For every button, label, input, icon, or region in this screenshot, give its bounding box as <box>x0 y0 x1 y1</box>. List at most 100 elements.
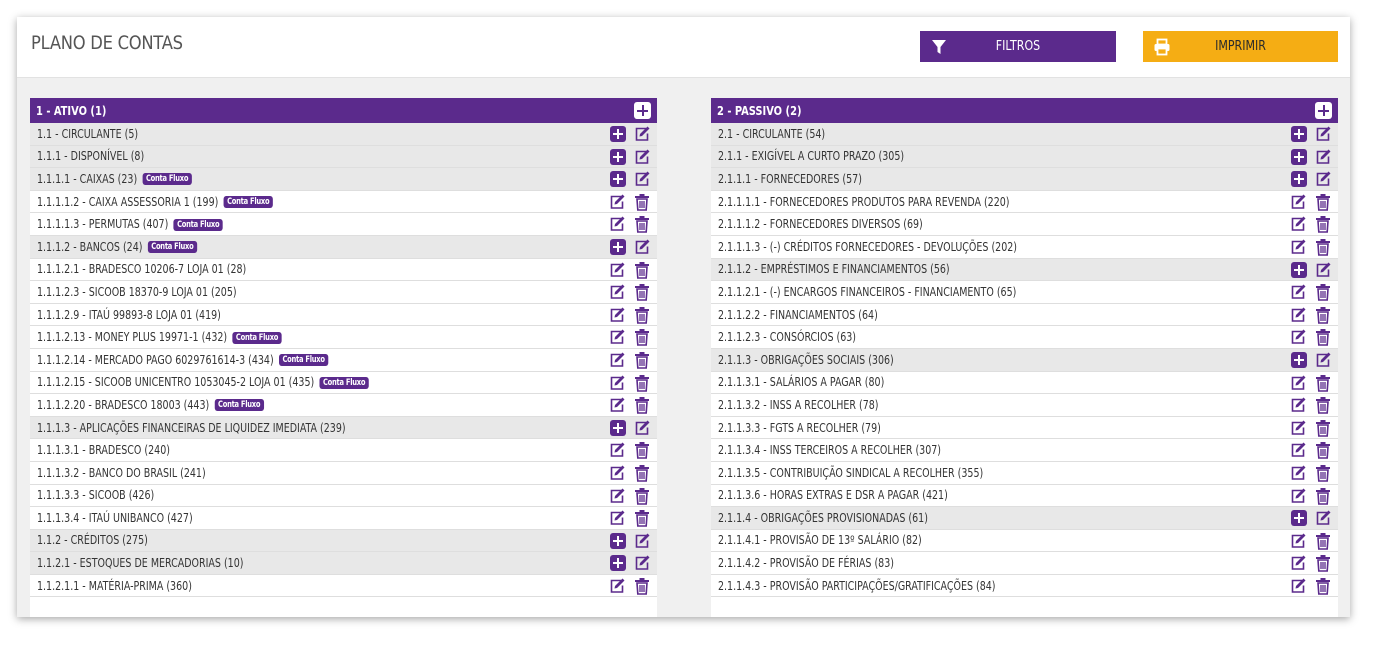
edit-icon[interactable] <box>633 125 651 143</box>
add-subaccount-icon[interactable] <box>610 126 626 142</box>
edit-icon[interactable] <box>1289 238 1307 256</box>
trash-icon[interactable] <box>633 464 651 482</box>
trash-icon[interactable] <box>633 283 651 301</box>
edit-icon[interactable] <box>608 509 626 527</box>
account-label-text: 2.1.1.3.1 - SALÁRIOS A PAGAR (80) <box>718 375 885 390</box>
edit-icon[interactable] <box>608 396 626 414</box>
trash-icon[interactable] <box>1314 419 1332 437</box>
add-subaccount-icon[interactable] <box>610 148 626 165</box>
add-subaccount-icon[interactable] <box>1291 171 1307 188</box>
account-row: 1.1.1.2.1 - BRADESCO 10206-7 LOJA 01 (28… <box>30 259 657 282</box>
edit-icon[interactable] <box>1289 306 1307 324</box>
trash-icon[interactable] <box>633 441 651 460</box>
trash-icon[interactable] <box>1314 487 1332 505</box>
edit-icon[interactable] <box>1314 125 1332 143</box>
trash-icon[interactable] <box>633 261 651 279</box>
edit-icon[interactable] <box>633 419 651 437</box>
row-actions <box>1289 396 1332 414</box>
trash-icon[interactable] <box>633 577 651 595</box>
account-label: 2.1.1.2.1 - (-) ENCARGOS FINANCEIROS - F… <box>718 285 1016 299</box>
edit-icon[interactable] <box>1289 374 1307 392</box>
edit-icon[interactable] <box>608 577 626 595</box>
edit-icon[interactable] <box>633 170 651 188</box>
trash-icon[interactable] <box>1314 193 1332 211</box>
trash-icon[interactable] <box>1314 441 1332 460</box>
add-subaccount-icon[interactable] <box>1291 126 1307 142</box>
edit-icon[interactable] <box>1289 532 1307 550</box>
trash-icon[interactable] <box>1314 283 1332 301</box>
edit-icon[interactable] <box>608 193 626 211</box>
add-subaccount-icon[interactable] <box>1291 510 1307 527</box>
edit-icon[interactable] <box>1314 148 1332 166</box>
edit-icon[interactable] <box>608 306 626 324</box>
add-subaccount-icon[interactable] <box>1291 261 1307 278</box>
trash-icon[interactable] <box>633 487 651 505</box>
trash-icon[interactable] <box>633 328 651 347</box>
print-button[interactable]: IMPRIMIR <box>1143 31 1338 62</box>
edit-icon[interactable] <box>1289 487 1307 505</box>
edit-icon[interactable] <box>1289 328 1307 346</box>
edit-icon[interactable] <box>633 532 651 550</box>
trash-icon[interactable] <box>1314 577 1332 595</box>
edit-icon[interactable] <box>608 261 626 279</box>
edit-icon[interactable] <box>608 464 626 482</box>
trash-icon[interactable] <box>1314 396 1332 414</box>
trash-icon[interactable] <box>1314 306 1332 324</box>
edit-icon[interactable] <box>633 238 651 256</box>
trash-icon[interactable] <box>1314 374 1332 392</box>
edit-icon[interactable] <box>1289 283 1307 301</box>
edit-icon[interactable] <box>1289 441 1307 459</box>
trash-icon[interactable] <box>1314 532 1332 550</box>
edit-icon[interactable] <box>1289 215 1307 233</box>
edit-icon[interactable] <box>1289 396 1307 414</box>
panel-passivo: 2 - PASSIVO (2) 2.1 - CIRCULANTE (54) 2.1… <box>711 98 1338 617</box>
trash-icon[interactable] <box>1314 464 1332 482</box>
trash-icon[interactable] <box>1314 215 1332 234</box>
trash-icon[interactable] <box>1314 328 1332 347</box>
edit-icon[interactable] <box>608 374 626 392</box>
add-subaccount-icon[interactable] <box>610 419 626 436</box>
add-subaccount-icon[interactable] <box>610 555 626 572</box>
edit-icon[interactable] <box>608 351 626 369</box>
add-root-account-icon[interactable] <box>634 102 651 119</box>
edit-icon[interactable] <box>1289 577 1307 595</box>
add-subaccount-icon[interactable] <box>1291 351 1307 368</box>
edit-icon[interactable] <box>633 554 651 572</box>
account-label: 1.1.1 - DISPONÍVEL (8) <box>37 149 144 163</box>
trash-icon[interactable] <box>633 351 651 369</box>
edit-icon[interactable] <box>633 148 651 166</box>
trash-icon[interactable] <box>633 374 651 392</box>
add-subaccount-icon[interactable] <box>610 171 626 188</box>
edit-icon[interactable] <box>608 283 626 301</box>
add-subaccount-icon[interactable] <box>610 238 626 255</box>
add-subaccount-icon[interactable] <box>610 532 626 549</box>
add-subaccount-icon[interactable] <box>1291 148 1307 165</box>
account-label-text: 2.1 - CIRCULANTE (54) <box>718 126 826 141</box>
edit-icon[interactable] <box>1314 170 1332 188</box>
edit-icon[interactable] <box>1314 261 1332 279</box>
trash-icon[interactable] <box>633 509 651 527</box>
trash-icon[interactable] <box>1314 554 1332 573</box>
edit-icon[interactable] <box>608 441 626 459</box>
conta-fluxo-badge: Conta Fluxo <box>232 331 282 344</box>
edit-icon[interactable] <box>608 487 626 505</box>
conta-fluxo-badge: Conta Fluxo <box>147 241 198 254</box>
edit-icon[interactable] <box>1289 193 1307 211</box>
edit-icon[interactable] <box>1289 419 1307 437</box>
trash-icon[interactable] <box>1314 238 1332 256</box>
edit-icon[interactable] <box>1289 554 1307 572</box>
trash-icon[interactable] <box>633 396 651 414</box>
row-actions <box>1291 351 1332 369</box>
edit-icon[interactable] <box>608 328 626 346</box>
account-row: 1.1.1.1.2 - CAIXA ASSESSORIA 1 (199) Cont… <box>30 191 657 214</box>
trash-icon[interactable] <box>633 193 651 211</box>
edit-icon[interactable] <box>1289 464 1307 482</box>
edit-icon[interactable] <box>1314 509 1332 527</box>
edit-icon[interactable] <box>608 215 626 233</box>
filters-button[interactable]: FILTROS <box>920 31 1116 62</box>
trash-icon[interactable] <box>633 215 651 234</box>
edit-icon[interactable] <box>1314 351 1332 369</box>
trash-icon[interactable] <box>633 306 651 324</box>
add-root-account-icon[interactable] <box>1315 102 1332 119</box>
account-label-text: 1.1.1.2.3 - SICOOB 18370-9 LOJA 01 (205) <box>37 284 237 299</box>
